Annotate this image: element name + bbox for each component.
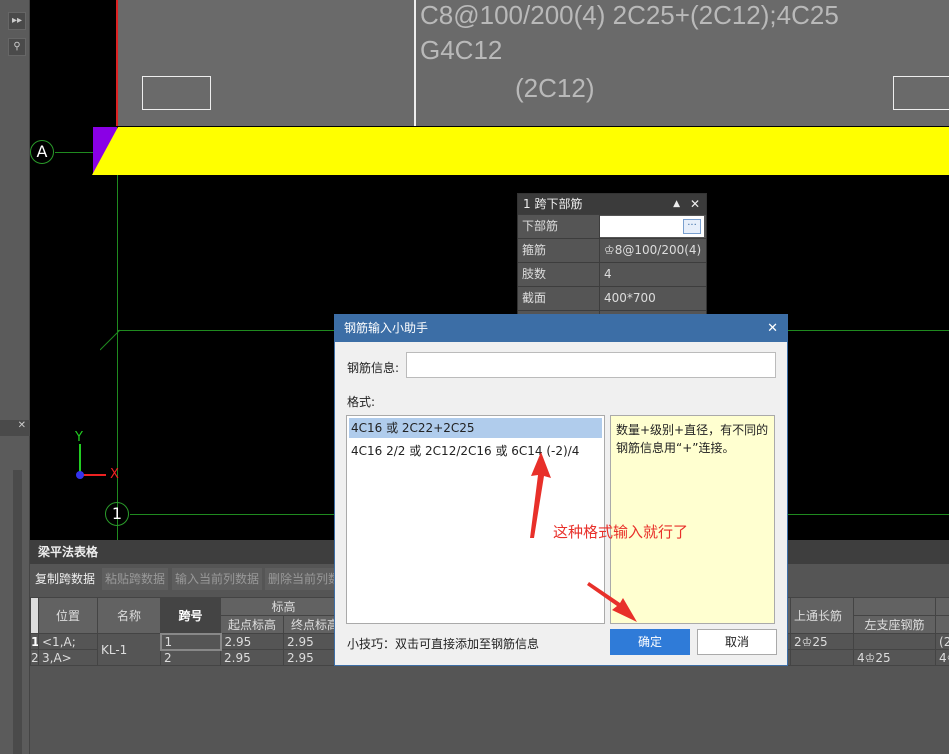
grid-line (100, 329, 121, 351)
cell[interactable]: 2.95 (220, 633, 284, 650)
label-box (142, 76, 211, 110)
property-row: 下部筋 ··· (518, 214, 706, 238)
rebar-info-input[interactable] (406, 352, 776, 378)
bottom-rebar-input[interactable]: ··· (600, 216, 704, 237)
col-left-support[interactable]: 左支座钢筋 (853, 615, 937, 634)
property-value[interactable]: ♔8@100/200(4) (600, 239, 706, 262)
cell[interactable] (790, 649, 855, 666)
y-axis-label: Y (75, 430, 83, 445)
cell[interactable]: (2 (935, 633, 949, 650)
rebar-text: C8@100/200(4) 2C25+(2C12);4C25 (420, 0, 839, 30)
col-name[interactable]: 名称 (97, 597, 161, 634)
expand-icon[interactable]: ▸▸ (8, 12, 26, 30)
tip-text: 小技巧：双击可直接添加至钢筋信息 (347, 637, 540, 651)
row-index: 2 (30, 649, 39, 666)
cell[interactable]: 1 (159, 632, 222, 651)
rebar-input-dialog: 钢筋输入小助手 ✕ 钢筋信息: 格式: 4C16 或 2C22+2C25 4C16… (334, 314, 788, 666)
ucs-axes-icon: Y X (70, 430, 130, 485)
format-description: 数量+级别+直径，有不同的钢筋信息用“+”连接。 (610, 415, 775, 624)
format-label: 格式: (347, 395, 376, 409)
label-box (893, 76, 949, 110)
property-row[interactable]: 肢数 4 (518, 262, 706, 286)
cell[interactable]: 2 (160, 649, 221, 666)
red-line (116, 0, 118, 126)
cell[interactable]: <1,A; (38, 633, 98, 650)
col-span[interactable]: 跨号 (160, 597, 221, 634)
format-item[interactable]: 4C16 2/2 或 2C12/2C16 或 6C14 (-2)/4 (349, 440, 602, 462)
collapse-icon[interactable]: ▲ (673, 194, 680, 214)
cell[interactable]: 2♔25 (790, 633, 855, 650)
close-icon[interactable]: ✕ (767, 315, 778, 342)
property-panel: 1 跨下部筋 ▲ ✕ 下部筋 ··· 箍筋 ♔8@100/200(4) 肢数 4 截面… (517, 193, 707, 334)
ok-button[interactable]: 确定 (610, 629, 690, 655)
property-key: 下部筋 (518, 215, 600, 238)
row-index: 1 (30, 633, 39, 650)
col-top-through[interactable]: 上通长筋 (790, 597, 855, 634)
axis-bubble-a[interactable]: A (30, 140, 54, 164)
property-value[interactable]: 4 (600, 263, 706, 286)
col-position[interactable]: 位置 (38, 597, 98, 634)
rebar-text: G4C12 (420, 35, 503, 65)
cell[interactable]: 2.95 (220, 649, 284, 666)
close-icon[interactable]: ✕ (690, 194, 700, 214)
property-key: 箍筋 (518, 239, 600, 262)
property-row[interactable]: 截面 400*700 (518, 286, 706, 310)
col-start-elev[interactable]: 起点标高 (220, 615, 284, 634)
grid-line (55, 152, 93, 153)
white-line (414, 0, 416, 126)
annotation-text: 这种格式输入就行了 (553, 523, 689, 541)
rebar-info-label: 钢筋信息: (347, 361, 400, 375)
cell[interactable]: 3,A> (38, 649, 98, 666)
format-item[interactable]: 4C16 或 2C22+2C25 (349, 418, 602, 438)
col-elevation[interactable]: 标高 (219, 597, 348, 616)
property-value[interactable]: 400*700 (600, 287, 706, 310)
dialog-title: 钢筋输入小助手 (344, 321, 429, 335)
input-column-button[interactable]: 输入当前列数据 (172, 568, 263, 590)
beam[interactable] (90, 120, 949, 180)
search-icon[interactable]: ⚲ (8, 38, 26, 56)
close-icon[interactable]: ✕ (0, 420, 30, 436)
copy-span-button[interactable]: 复制跨数据 (32, 568, 99, 590)
panel-title: 1 跨下部筋 (523, 197, 583, 211)
property-row[interactable]: 箍筋 ♔8@100/200(4) (518, 238, 706, 262)
axis-bubble-1[interactable]: 1 (105, 502, 129, 526)
paste-span-button[interactable]: 粘贴跨数据 (102, 568, 169, 590)
cell[interactable]: KL-1 (97, 633, 161, 666)
cell[interactable]: 4♔25 (853, 649, 937, 666)
format-list[interactable]: 4C16 或 2C22+2C25 4C16 2/2 或 2C12/2C16 或 … (346, 415, 605, 624)
cancel-button[interactable]: 取消 (697, 629, 777, 655)
property-key: 截面 (518, 287, 600, 310)
left-toolbar: ▸▸ ⚲ ✕ (0, 0, 30, 754)
property-panel-header: 1 跨下部筋 ▲ ✕ (518, 194, 706, 214)
scrollbar[interactable] (13, 470, 22, 754)
dialog-titlebar[interactable]: 钢筋输入小助手 ✕ (335, 315, 787, 342)
property-key: 肢数 (518, 263, 600, 286)
grid-line (117, 175, 118, 540)
more-button[interactable]: ··· (683, 219, 701, 234)
cell[interactable] (853, 633, 937, 650)
x-axis-label: X (110, 467, 119, 482)
cell[interactable]: 4♔ (935, 649, 949, 666)
rebar-text: (2C12) (515, 73, 595, 103)
